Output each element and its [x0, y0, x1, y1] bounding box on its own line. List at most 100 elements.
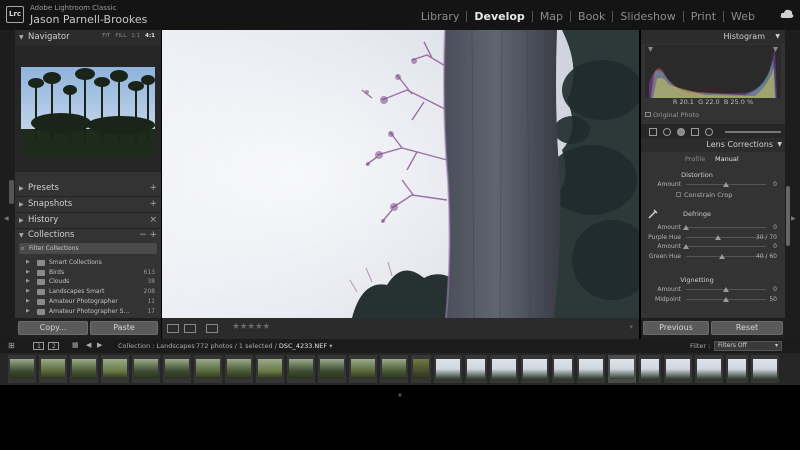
defringe-slider[interactable]: Amount 0	[641, 223, 785, 232]
module-web[interactable]: Web	[724, 10, 762, 23]
red-eye-icon[interactable]	[677, 128, 685, 136]
filmstrip-thumbnail[interactable]	[639, 355, 661, 383]
crop-tool-icon[interactable]	[649, 128, 657, 136]
star-rating[interactable]: ★★★★★	[232, 322, 270, 332]
zoom-option[interactable]: 1:1	[131, 33, 140, 39]
filmstrip-thumbnail[interactable]	[664, 355, 692, 383]
histogram-header[interactable]: Histogram ▼	[641, 30, 785, 44]
filmstrip-thumbnail[interactable]	[380, 355, 408, 383]
collapse-right-icon[interactable]: ▶	[791, 215, 797, 225]
slider-thumb[interactable]	[683, 225, 689, 230]
collection-item[interactable]: ▶ Birds 613	[26, 268, 159, 278]
module-develop[interactable]: Develop	[467, 10, 531, 23]
collapse-filmstrip-icon[interactable]: ▼	[398, 393, 402, 399]
defringe-slider[interactable]: Purple Hue 30 / 70	[641, 233, 785, 242]
paste-button[interactable]: Paste	[90, 321, 158, 335]
previous-button[interactable]: Previous	[643, 321, 709, 335]
slider-thumb[interactable]	[723, 287, 729, 292]
forward-arrow-icon[interactable]: ▶	[97, 341, 102, 349]
vignetting-slider[interactable]: Midpoint 50	[641, 295, 785, 304]
filmstrip-thumbnail[interactable]	[194, 355, 222, 383]
tab-manual[interactable]: Manual	[715, 153, 739, 165]
loupe-view-icon[interactable]	[167, 324, 179, 333]
filmstrip-thumbnail[interactable]	[695, 355, 723, 383]
toolbar-menu-icon[interactable]: ▾	[629, 323, 633, 331]
collection-item[interactable]: ▶ Clouds 38	[26, 277, 159, 287]
add-snapshot-button[interactable]: +	[149, 197, 157, 212]
slider-thumb[interactable]	[723, 296, 729, 302]
collections-header[interactable]: ▼ Collections − +	[15, 228, 161, 243]
collapse-triangle-icon[interactable]: ▼	[775, 30, 780, 44]
collapse-triangle-icon[interactable]: ▼	[19, 30, 24, 45]
compare-view-icon[interactable]	[206, 324, 218, 333]
lens-corrections-header[interactable]: Lens Corrections ▼	[641, 138, 785, 152]
module-print[interactable]: Print	[684, 10, 723, 23]
slider-thumb[interactable]	[715, 234, 721, 240]
expand-triangle-icon[interactable]: ▶	[26, 268, 30, 278]
filmstrip-thumbnail[interactable]	[101, 355, 129, 383]
defringe-slider[interactable]: Green Hue 40 / 60	[641, 252, 785, 261]
vignetting-slider[interactable]: Amount 0	[641, 285, 785, 294]
filmstrip-thumbnail[interactable]	[70, 355, 98, 383]
add-preset-button[interactable]: +	[149, 181, 157, 196]
collapse-left-icon[interactable]: ◀	[4, 215, 10, 225]
collection-item[interactable]: ▶ Amateur Photographer S... 17	[26, 307, 159, 317]
radial-filter-icon[interactable]	[705, 128, 713, 136]
filmstrip-thumbnail[interactable]	[726, 355, 748, 383]
filmstrip-thumbnail[interactable]	[608, 355, 636, 383]
reset-button[interactable]: Reset	[711, 321, 783, 335]
copy-button[interactable]: Copy...	[18, 321, 88, 335]
zoom-option[interactable]: FILL	[115, 33, 126, 39]
filmstrip-thumbnail[interactable]	[552, 355, 574, 383]
filter-collections-input[interactable]: ⌕ Filter Collections	[19, 243, 157, 254]
expand-triangle-icon[interactable]: ▶	[26, 307, 30, 317]
expand-triangle-icon[interactable]: ▶	[26, 258, 30, 268]
filter-dropdown[interactable]: Filters Off ▾	[714, 341, 782, 351]
zoom-option[interactable]: 4:1	[145, 33, 155, 39]
expand-triangle-icon[interactable]: ▶	[26, 287, 30, 297]
filmstrip-source[interactable]: Collection : Landscapes	[118, 342, 195, 350]
expand-triangle-icon[interactable]: ▶	[26, 297, 30, 307]
filmstrip-thumbnail[interactable]	[287, 355, 315, 383]
filmstrip-thumbnail[interactable]	[411, 355, 431, 383]
distortion-amount-slider[interactable]: Amount 0	[641, 180, 785, 189]
clear-history-button[interactable]: ×	[149, 213, 157, 228]
filmstrip-thumbnail[interactable]	[465, 355, 487, 383]
filmstrip-thumbnail[interactable]	[8, 355, 36, 383]
module-map[interactable]: Map	[533, 10, 570, 23]
collection-add-remove-button[interactable]: − +	[139, 228, 157, 243]
module-slideshow[interactable]: Slideshow	[613, 10, 682, 23]
filmstrip-thumbnail[interactable]	[132, 355, 160, 383]
navigator-header[interactable]: ▼ Navigator FIT FILL 1:1 4:1	[15, 30, 161, 45]
main-photo[interactable]	[162, 30, 639, 318]
page-2-button[interactable]: 2	[48, 342, 59, 350]
snapshots-header[interactable]: ▶ Snapshots +	[15, 197, 161, 212]
module-book[interactable]: Book	[571, 10, 612, 23]
collection-item[interactable]: ▶ Landscapes Smart 208	[26, 287, 159, 297]
histogram-graph[interactable]	[645, 45, 781, 98]
slider-thumb[interactable]	[683, 244, 689, 249]
filmstrip-thumbnail[interactable]	[39, 355, 67, 383]
lock-icon[interactable]: ⊞	[8, 341, 15, 350]
defringe-slider[interactable]: Amount 0	[641, 242, 785, 251]
history-header[interactable]: ▶ History ×	[15, 213, 161, 228]
filmstrip-thumbnail[interactable]	[577, 355, 605, 383]
filmstrip-thumbnail[interactable]	[318, 355, 346, 383]
expand-triangle-icon[interactable]: ▶	[26, 277, 30, 287]
navigator-preview[interactable]	[21, 67, 155, 157]
collection-item[interactable]: ▶ Amateur Photographer 11	[26, 297, 159, 307]
filmstrip-thumbnail[interactable]	[163, 355, 191, 383]
constrain-crop-checkbox[interactable]: Constrain Crop	[676, 191, 732, 199]
collapse-triangle-icon[interactable]: ▼	[777, 138, 782, 152]
graduated-filter-icon[interactable]	[691, 128, 699, 136]
filmstrip-thumbnail[interactable]	[225, 355, 253, 383]
filmstrip-thumbnail[interactable]	[256, 355, 284, 383]
filmstrip-thumbnail[interactable]	[349, 355, 377, 383]
filmstrip[interactable]	[0, 353, 800, 385]
presets-header[interactable]: ▶ Presets +	[15, 181, 161, 196]
left-scrollbar[interactable]	[9, 180, 14, 204]
cloud-sync-icon[interactable]	[780, 9, 794, 19]
spot-removal-icon[interactable]	[663, 128, 671, 136]
module-library[interactable]: Library	[414, 10, 466, 23]
slider-thumb[interactable]	[719, 253, 725, 259]
